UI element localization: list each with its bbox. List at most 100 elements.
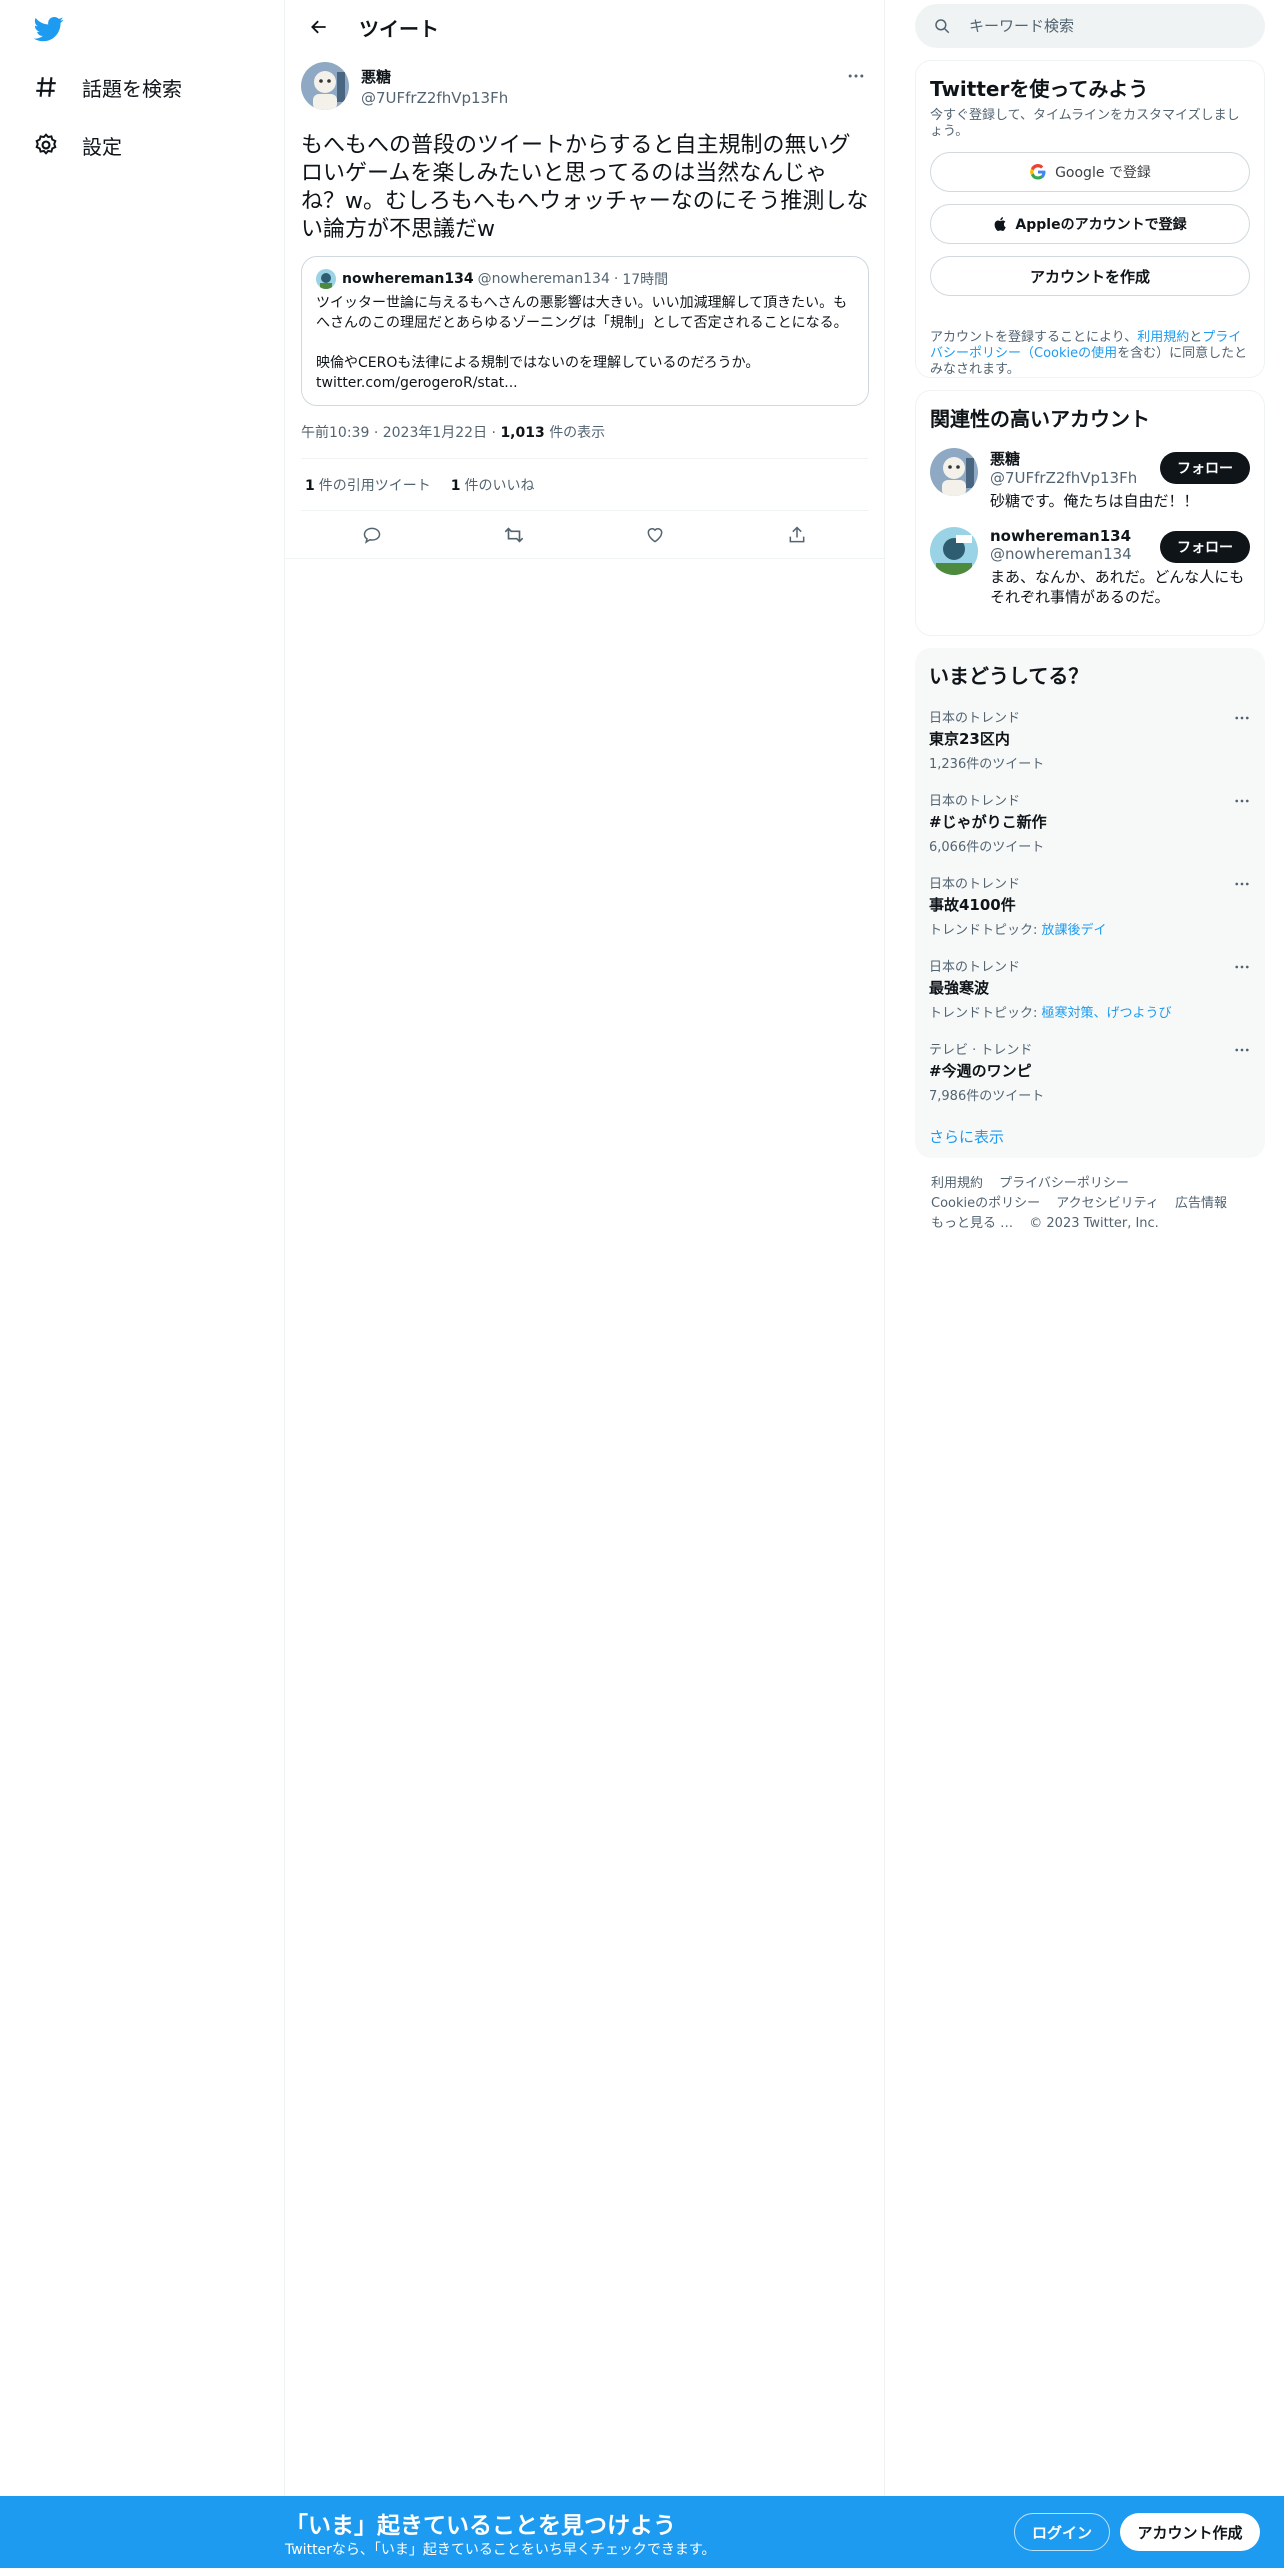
related-user[interactable]: nowhereman134 @nowhereman134 まあ、なんか、あれだ。… — [930, 527, 1250, 607]
right-sidebar: Twitterを使ってみよう 今すぐ登録して、タイムラインをカスタマイズしましょ… — [915, 0, 1265, 1234]
more-options-button[interactable] — [844, 64, 868, 88]
legal-text: と — [1189, 330, 1203, 345]
main-column: ツイート 悪糖 @7UFfrZ2fhVp13Fh もへもへの普段のツイートからす… — [285, 0, 885, 2568]
terms-link[interactable]: 利用規約 — [1137, 330, 1189, 345]
footer-link[interactable]: 利用規約 — [931, 1176, 983, 1191]
arrow-left-icon — [311, 20, 326, 34]
trend-item[interactable]: 日本のトレンド #じゃがりこ新作 6,066件のツイート — [929, 790, 1251, 855]
trend-category: 日本のトレンド — [929, 877, 1021, 892]
legal-text: アカウントを登録することにより、 — [930, 330, 1138, 345]
google-icon — [1030, 164, 1046, 180]
apple-icon — [995, 217, 1007, 231]
quoted-tweet[interactable]: nowhereman134 @nowhereman134 · 17時間 ツイッタ… — [301, 256, 869, 406]
signup-title: Twitterを使ってみよう — [930, 77, 1149, 101]
like-button[interactable] — [637, 517, 673, 553]
footer-link[interactable]: アクセシビリティ — [1056, 1196, 1159, 1211]
like-count: 1 — [450, 477, 461, 494]
footer-more-link[interactable]: もっと見る … — [931, 1216, 1013, 1231]
avatar[interactable] — [301, 62, 349, 110]
show-more-link[interactable]: さらに表示 — [929, 1126, 1251, 1155]
twitter-logo-icon[interactable] — [32, 14, 66, 44]
ellipsis-icon[interactable] — [1233, 1041, 1251, 1063]
reply-button[interactable] — [354, 517, 390, 553]
ellipsis-icon[interactable] — [1233, 875, 1251, 897]
signup-subtitle: 今すぐ登録して、タイムラインをカスタマイズしましょう。 — [930, 108, 1240, 139]
trend-item[interactable]: テレビ · トレンド #今週のワンピ 7,986件のツイート — [929, 1039, 1251, 1104]
search-input[interactable] — [969, 17, 1229, 35]
trend-item[interactable]: 日本のトレンド 東京23区内 1,236件のツイート — [929, 707, 1251, 772]
footer-link[interactable]: 広告情報 — [1175, 1196, 1227, 1211]
ellipsis-icon[interactable] — [1233, 792, 1251, 814]
footer: 利用規約 プライバシーポリシー Cookieのポリシー アクセシビリティ 広告情… — [915, 1174, 1265, 1234]
likes-link[interactable]: 1 件のいいね — [451, 475, 535, 495]
signup-button[interactable]: アカウント作成 — [1120, 2513, 1260, 2551]
retweet-icon — [504, 526, 523, 543]
separator-dot: · — [613, 271, 619, 287]
trend-count: 1,236件のツイート — [929, 757, 1045, 772]
heart-icon — [647, 527, 663, 543]
google-signup-button[interactable]: Google で登録 — [930, 152, 1250, 192]
tweet-time[interactable]: 午前10:39 — [301, 425, 369, 441]
nav-item-settings[interactable]: 設定 — [30, 117, 122, 173]
trend-topic-link[interactable]: 極寒対策、げつようび — [1042, 1006, 1172, 1021]
footer-link[interactable]: プライバシーポリシー — [999, 1176, 1129, 1191]
quoted-tweet-text: ツイッター世論に与えるもへさんの悪影響は大きい。いい加減理解して頂きたい。もへさ… — [316, 295, 848, 391]
bottom-bar-title: 「いま」起きていることを見つけよう — [285, 2513, 676, 2539]
share-button[interactable] — [779, 517, 815, 553]
avatar[interactable] — [930, 527, 978, 575]
main-header: ツイート — [285, 0, 884, 54]
login-button[interactable]: ログイン — [1014, 2513, 1110, 2551]
apple-signup-label: Appleのアカウントで登録 — [1015, 217, 1187, 233]
follow-button[interactable]: フォロー — [1160, 452, 1250, 484]
follow-button[interactable]: フォロー — [1160, 531, 1250, 563]
avatar[interactable] — [930, 448, 978, 496]
left-nav: 話題を検索 設定 — [0, 0, 285, 2568]
create-account-button[interactable]: アカウントを作成 — [930, 256, 1250, 296]
trend-topic-link[interactable]: 放課後デイ — [1042, 923, 1107, 938]
reply-icon — [363, 527, 381, 544]
google-signup-label: Google で登録 — [1055, 165, 1151, 181]
quoted-author-name: nowhereman134 — [342, 271, 474, 287]
trend-count: 7,986件のツイート — [929, 1089, 1045, 1104]
ellipsis-icon[interactable] — [1233, 958, 1251, 980]
cookie-link[interactable]: Cookieの使用 — [1034, 346, 1117, 361]
signup-legal: アカウントを登録することにより、利用規約とプライバシーポリシー（Cookieの使… — [930, 330, 1250, 378]
avatar — [316, 269, 336, 289]
apple-signup-button[interactable]: Appleのアカウントで登録 — [930, 204, 1250, 244]
copyright: © 2023 Twitter, Inc. — [1029, 1216, 1159, 1231]
quote-count: 1 — [305, 477, 315, 494]
back-button[interactable] — [301, 9, 337, 45]
footer-link[interactable]: Cookieのポリシー — [931, 1196, 1040, 1211]
trend-name: 最強寒波 — [929, 979, 990, 997]
tweet-date[interactable]: 2023年1月22日 — [383, 425, 487, 441]
trend-topic-prefix: トレンドトピック: — [929, 923, 1042, 938]
trends-title: いまどうしてる？ — [929, 664, 1089, 688]
trend-item[interactable]: 日本のトレンド 事故4100件 トレンドトピック: 放課後デイ — [929, 873, 1251, 938]
tweet: 悪糖 @7UFfrZ2fhVp13Fh もへもへの普段のツイートからすると自主規… — [285, 54, 884, 559]
tweet-actions — [285, 511, 884, 559]
author-name[interactable]: 悪糖 — [361, 66, 508, 87]
nav-item-label: 設定 — [82, 134, 122, 159]
legal-text: （ — [1021, 346, 1035, 361]
nav-item-label: 話題を検索 — [82, 76, 182, 101]
author-handle[interactable]: @7UFfrZ2fhVp13Fh — [361, 89, 508, 107]
quote-label: 件の引用ツイート — [318, 477, 431, 494]
ellipsis-icon[interactable] — [1233, 709, 1251, 731]
trend-topic: トレンドトピック: 極寒対策、げつようび — [929, 1002, 1251, 1021]
trend-item[interactable]: 日本のトレンド 最強寒波 トレンドトピック: 極寒対策、げつようび — [929, 956, 1251, 1021]
nav-item-explore[interactable]: 話題を検索 — [30, 59, 182, 115]
related-user[interactable]: 悪糖 @7UFfrZ2fhVp13Fh 砂糖です。俺たちは自由だ！！ フォロー — [930, 448, 1250, 511]
quote-tweets-link[interactable]: 1 件の引用ツイート — [305, 475, 431, 495]
trends-card: いまどうしてる？ 日本のトレンド 東京23区内 1,236件のツイート 日本のト… — [915, 648, 1265, 1158]
trend-category: テレビ · トレンド — [929, 1043, 1033, 1058]
gear-icon — [30, 129, 62, 161]
bottom-signup-bar: 「いま」起きていることを見つけよう Twitterなら、「いま」起きていることを… — [0, 2496, 1284, 2568]
search-box[interactable] — [915, 4, 1265, 48]
like-label: 件のいいね — [464, 477, 535, 494]
ellipsis-icon — [848, 74, 864, 78]
signup-card: Twitterを使ってみよう 今すぐ登録して、タイムラインをカスタマイズしましょ… — [915, 60, 1265, 378]
related-user-bio: 砂糖です。俺たちは自由だ！！ — [990, 492, 1199, 510]
trend-name: #今週のワンピ — [929, 1062, 1032, 1080]
retweet-button[interactable] — [496, 517, 532, 553]
separator-dot: · — [373, 425, 383, 441]
